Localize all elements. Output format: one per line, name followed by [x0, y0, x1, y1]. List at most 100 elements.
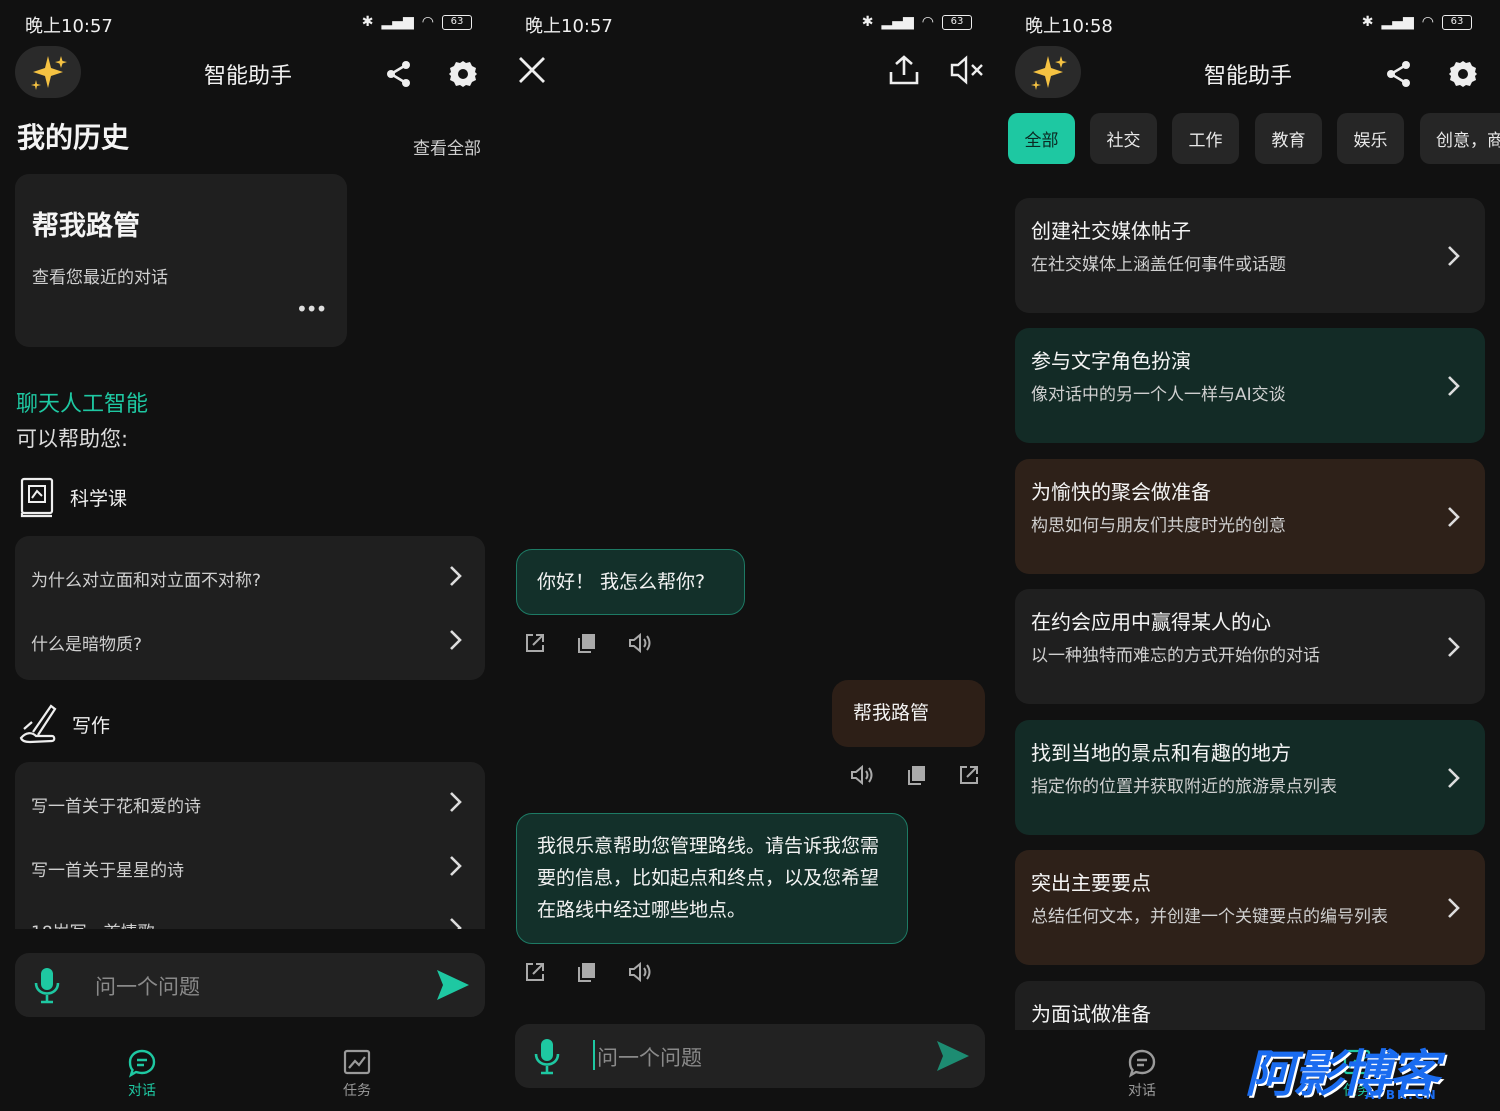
- status-icons: ✱ ▂▄▆ ◠ 63: [862, 14, 972, 30]
- status-icons: ✱ ▂▄▆ ◠ 63: [362, 14, 472, 30]
- watermark-logo: 阿影博客 AYBK.CN: [1245, 1046, 1485, 1106]
- copy-icon[interactable]: [576, 961, 598, 983]
- more-button[interactable]: •••: [296, 297, 327, 321]
- mute-button[interactable]: [947, 50, 987, 90]
- chevron-right-icon: [1448, 507, 1460, 527]
- chevron-right-icon: [1448, 246, 1460, 266]
- upload-icon: [889, 55, 919, 85]
- open-external-icon[interactable]: [524, 632, 546, 654]
- nav-chat[interactable]: 对话: [112, 1048, 172, 1100]
- sparkle-avatar-button[interactable]: [15, 46, 81, 98]
- chat-input-bar: 问一个问题: [515, 1024, 985, 1088]
- prompt-card-title: 突出主要要点: [1031, 871, 1151, 895]
- science-question: 为什么对立面和对立面不对称?: [31, 571, 262, 591]
- writing-prompt: 写一首关于星星的诗: [31, 861, 184, 881]
- watermark-sub: AYBK.CN: [1365, 1088, 1438, 1102]
- bluetooth-icon: ✱: [361, 14, 374, 30]
- wifi-icon: ◠: [421, 14, 434, 30]
- battery-icon: 63: [442, 14, 472, 30]
- prompt-card-subtitle: 像对话中的另一个人一样与AI交谈: [1031, 385, 1286, 405]
- chat-bubble-icon: [1128, 1049, 1156, 1078]
- science-question: 什么是暗物质?: [31, 635, 143, 655]
- share-button[interactable]: [1379, 54, 1419, 94]
- settings-button[interactable]: [1443, 54, 1483, 94]
- prompt-card-title: 在约会应用中赢得某人的心: [1031, 610, 1271, 634]
- writing-prompt: 写一首关于花和爱的诗: [31, 797, 201, 817]
- nav-chat-label: 对话: [1128, 1083, 1156, 1099]
- history-card-subtitle: 查看您最近的对话: [32, 268, 168, 288]
- nav-chat[interactable]: 对话: [1112, 1048, 1172, 1100]
- chip-work[interactable]: 工作: [1172, 113, 1239, 164]
- chevron-right-icon: [450, 856, 462, 876]
- screen-prompt-library: 晚上10:58 ✱ ▂▄▆ ◠ 63 智能助手 全部 社交 工作 教育 娱乐 创…: [1000, 0, 1500, 1111]
- nav-chat-label: 对话: [128, 1083, 156, 1099]
- chevron-right-icon: [450, 918, 462, 929]
- prompt-card-subtitle: 构思如何与朋友们共度时光的创意: [1031, 516, 1286, 536]
- send-icon[interactable]: [935, 1038, 971, 1074]
- prompt-card-title: 为愉快的聚会做准备: [1031, 480, 1211, 504]
- history-card-title: 帮我路管: [32, 211, 140, 242]
- screen-home: 晚上10:57 ✱ ▂▄▆ ◠ 63 智能助手 我的历史 查看全部 帮我路管 查…: [0, 0, 500, 1111]
- view-all-link[interactable]: 查看全部: [413, 134, 481, 159]
- settings-button[interactable]: [443, 54, 483, 94]
- status-time: 晚上10:57: [525, 16, 613, 37]
- open-external-icon[interactable]: [524, 961, 546, 983]
- history-card[interactable]: 帮我路管 查看您最近的对话 •••: [15, 174, 347, 347]
- copy-icon[interactable]: [906, 764, 928, 786]
- chip-all[interactable]: 全部: [1008, 113, 1075, 164]
- writing-section-label: 写作: [72, 714, 111, 737]
- screen-conversation: 晚上10:57 ✱ ▂▄▆ ◠ 63 你好！ 我怎么帮你? 帮我路管 我很乐意帮…: [500, 0, 1000, 1111]
- writing-hand-icon: [19, 704, 57, 744]
- open-external-icon[interactable]: [958, 764, 980, 786]
- chip-entertainment[interactable]: 娱乐: [1337, 113, 1404, 164]
- signal-icon: ▂▄▆: [881, 14, 914, 30]
- copy-icon[interactable]: [576, 632, 598, 654]
- can-help-label: 可以帮助您:: [16, 427, 129, 451]
- chip-creative[interactable]: 创意，商: [1420, 113, 1500, 164]
- chevron-right-icon: [1448, 637, 1460, 657]
- speaker-icon[interactable]: [628, 632, 654, 654]
- export-button[interactable]: [884, 50, 924, 90]
- prompt-card-subtitle: 以一种独特而难忘的方式开始你的对话: [1031, 646, 1320, 666]
- sparkle-avatar-button[interactable]: [1015, 46, 1081, 98]
- prompt-card[interactable]: 参与文字角色扮演 像对话中的另一个人一样与AI交谈: [1015, 328, 1485, 443]
- question-input[interactable]: 问一个问题: [597, 1042, 702, 1072]
- prompt-card[interactable]: 为愉快的聚会做准备 构思如何与朋友们共度时光的创意: [1015, 459, 1485, 574]
- status-icons: ✱ ▂▄▆ ◠ 63: [1362, 14, 1472, 30]
- status-bar: 晚上10:57 ✱ ▂▄▆ ◠ 63: [0, 0, 500, 46]
- bluetooth-icon: ✱: [861, 14, 874, 30]
- status-bar: 晚上10:57 ✱ ▂▄▆ ◠ 63: [500, 0, 1000, 46]
- message-text: 你好！ 我怎么帮你?: [537, 571, 706, 593]
- battery-icon: 63: [1442, 14, 1472, 30]
- header-title: 智能助手: [204, 64, 293, 89]
- text-cursor: [593, 1040, 595, 1070]
- chip-education[interactable]: 教育: [1255, 113, 1322, 164]
- chat-input-bar: 问一个问题: [15, 953, 485, 1017]
- speaker-icon[interactable]: [850, 764, 876, 786]
- ai-message-bubble: 我很乐意帮助您管理路线。请告诉我您需要的信息，比如起点和终点，以及您希望在路线中…: [516, 813, 908, 944]
- ai-message-bubble: 你好！ 我怎么帮你?: [516, 549, 745, 615]
- nav-tasks-label: 任务: [343, 1083, 371, 1099]
- signal-icon: ▂▄▆: [1381, 14, 1414, 30]
- chip-social[interactable]: 社交: [1090, 113, 1157, 164]
- close-button[interactable]: [512, 50, 552, 90]
- history-title: 我的历史: [17, 121, 130, 154]
- message-text: 帮我路管: [853, 702, 930, 724]
- gear-icon: [1449, 61, 1477, 87]
- microphone-icon[interactable]: [533, 1037, 561, 1075]
- speaker-icon[interactable]: [628, 961, 654, 983]
- prompt-card[interactable]: 创建社交媒体帖子 在社交媒体上涵盖任何事件或话题: [1015, 198, 1485, 313]
- prompt-card-title: 创建社交媒体帖子: [1031, 219, 1191, 243]
- status-bar: 晚上10:58 ✱ ▂▄▆ ◠ 63: [1000, 0, 1500, 46]
- nav-tasks[interactable]: 任务: [327, 1048, 387, 1100]
- microphone-icon[interactable]: [33, 966, 61, 1004]
- chat-bubble-icon: [128, 1049, 156, 1078]
- share-button[interactable]: [379, 54, 419, 94]
- prompt-card[interactable]: 在约会应用中赢得某人的心 以一种独特而难忘的方式开始你的对话: [1015, 589, 1485, 704]
- question-input[interactable]: 问一个问题: [95, 971, 200, 1001]
- send-icon[interactable]: [435, 967, 471, 1003]
- chevron-right-icon: [1448, 376, 1460, 396]
- sparkle-icon: [1031, 56, 1067, 90]
- prompt-card[interactable]: 找到当地的景点和有趣的地方 指定你的位置并获取附近的旅游景点列表: [1015, 720, 1485, 835]
- prompt-card[interactable]: 突出主要要点 总结任何文本，并创建一个关键要点的编号列表: [1015, 850, 1485, 965]
